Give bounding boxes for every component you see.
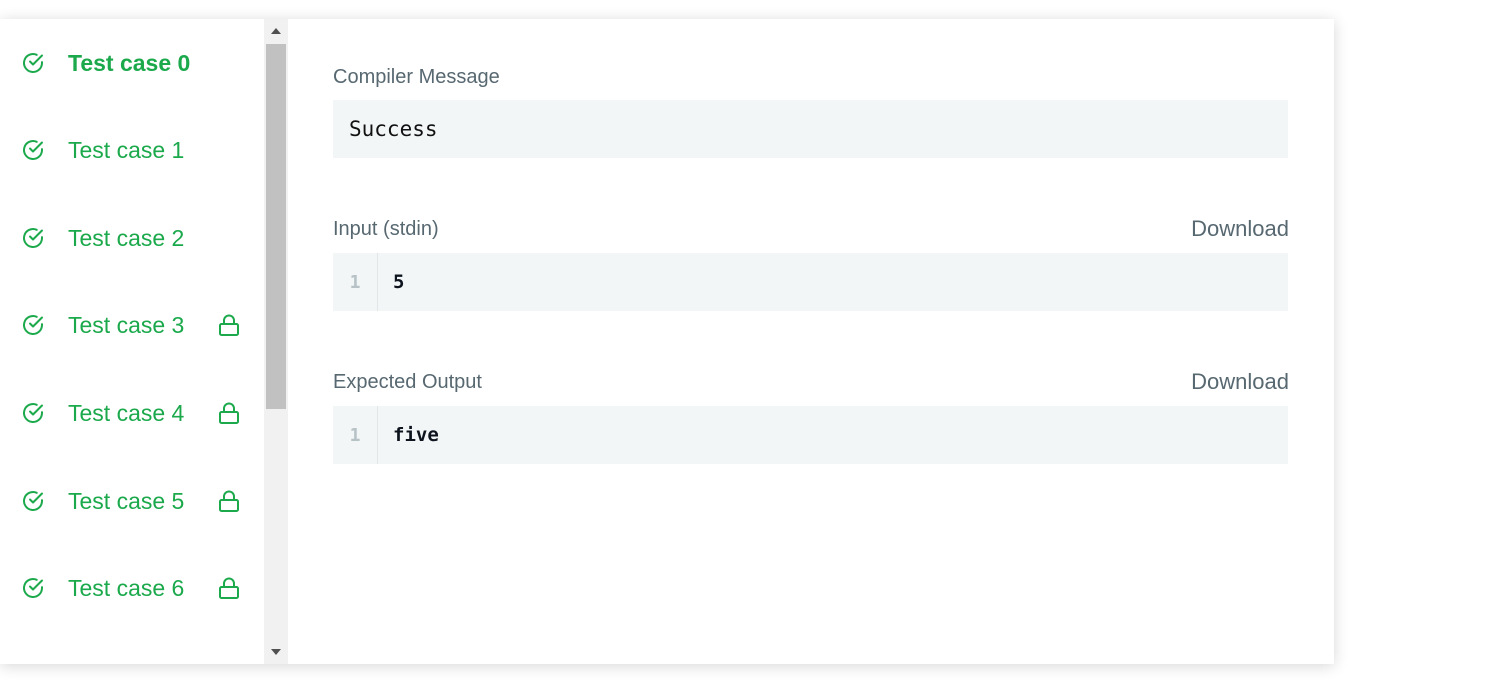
check-circle-icon (23, 140, 43, 160)
lock-icon (219, 577, 239, 599)
check-circle-icon (23, 53, 43, 73)
line-number: 1 (333, 406, 378, 464)
test-case-2[interactable]: Test case 2 (0, 208, 264, 268)
test-case-3[interactable]: Test case 3 (0, 295, 264, 355)
compiler-message-text: Success (349, 117, 438, 141)
expected-output-download-link[interactable]: Download (1191, 369, 1289, 395)
expected-output-code-box: 1 five (333, 406, 1288, 464)
test-case-label: Test case 0 (68, 49, 191, 76)
input-content: 5 (393, 271, 405, 293)
line-number: 1 (333, 253, 378, 311)
check-circle-icon (23, 403, 43, 423)
scroll-down-arrow-icon[interactable] (264, 640, 288, 664)
test-case-label: Test case 1 (68, 136, 185, 163)
input-download-link[interactable]: Download (1191, 216, 1289, 242)
test-case-0[interactable]: Test case 0 (0, 33, 264, 93)
compiler-message-label: Compiler Message (333, 66, 500, 88)
check-circle-icon (23, 315, 43, 335)
test-case-4[interactable]: Test case 4 (0, 383, 264, 443)
lock-icon (219, 490, 239, 512)
test-case-details: Compiler Message Success Input (stdin) D… (288, 19, 1334, 664)
test-case-label: Test case 4 (68, 399, 185, 426)
lock-icon (219, 402, 239, 424)
scroll-up-arrow-icon[interactable] (264, 19, 288, 43)
lock-icon (219, 314, 239, 336)
expected-output-label: Expected Output (333, 371, 482, 393)
test-case-label: Test case 2 (68, 224, 185, 251)
test-case-list: Test case 0 Test case 1 Test case 2 Test… (0, 19, 264, 664)
input-code-box: 1 5 (333, 253, 1288, 311)
scrollbar-thumb[interactable] (266, 44, 286, 409)
check-circle-icon (23, 228, 43, 248)
check-circle-icon (23, 491, 43, 511)
test-case-label: Test case 3 (68, 311, 185, 338)
test-case-label: Test case 6 (68, 574, 185, 601)
check-circle-icon (23, 578, 43, 598)
test-case-6[interactable]: Test case 6 (0, 558, 264, 618)
test-results-panel: Test case 0 Test case 1 Test case 2 Test… (0, 19, 1334, 664)
expected-output-content: five (393, 424, 439, 446)
test-case-label: Test case 5 (68, 487, 185, 514)
test-case-5[interactable]: Test case 5 (0, 471, 264, 531)
sidebar-scrollbar[interactable] (264, 19, 288, 664)
test-case-1[interactable]: Test case 1 (0, 120, 264, 180)
input-label: Input (stdin) (333, 218, 439, 240)
compiler-message-box: Success (333, 100, 1288, 158)
